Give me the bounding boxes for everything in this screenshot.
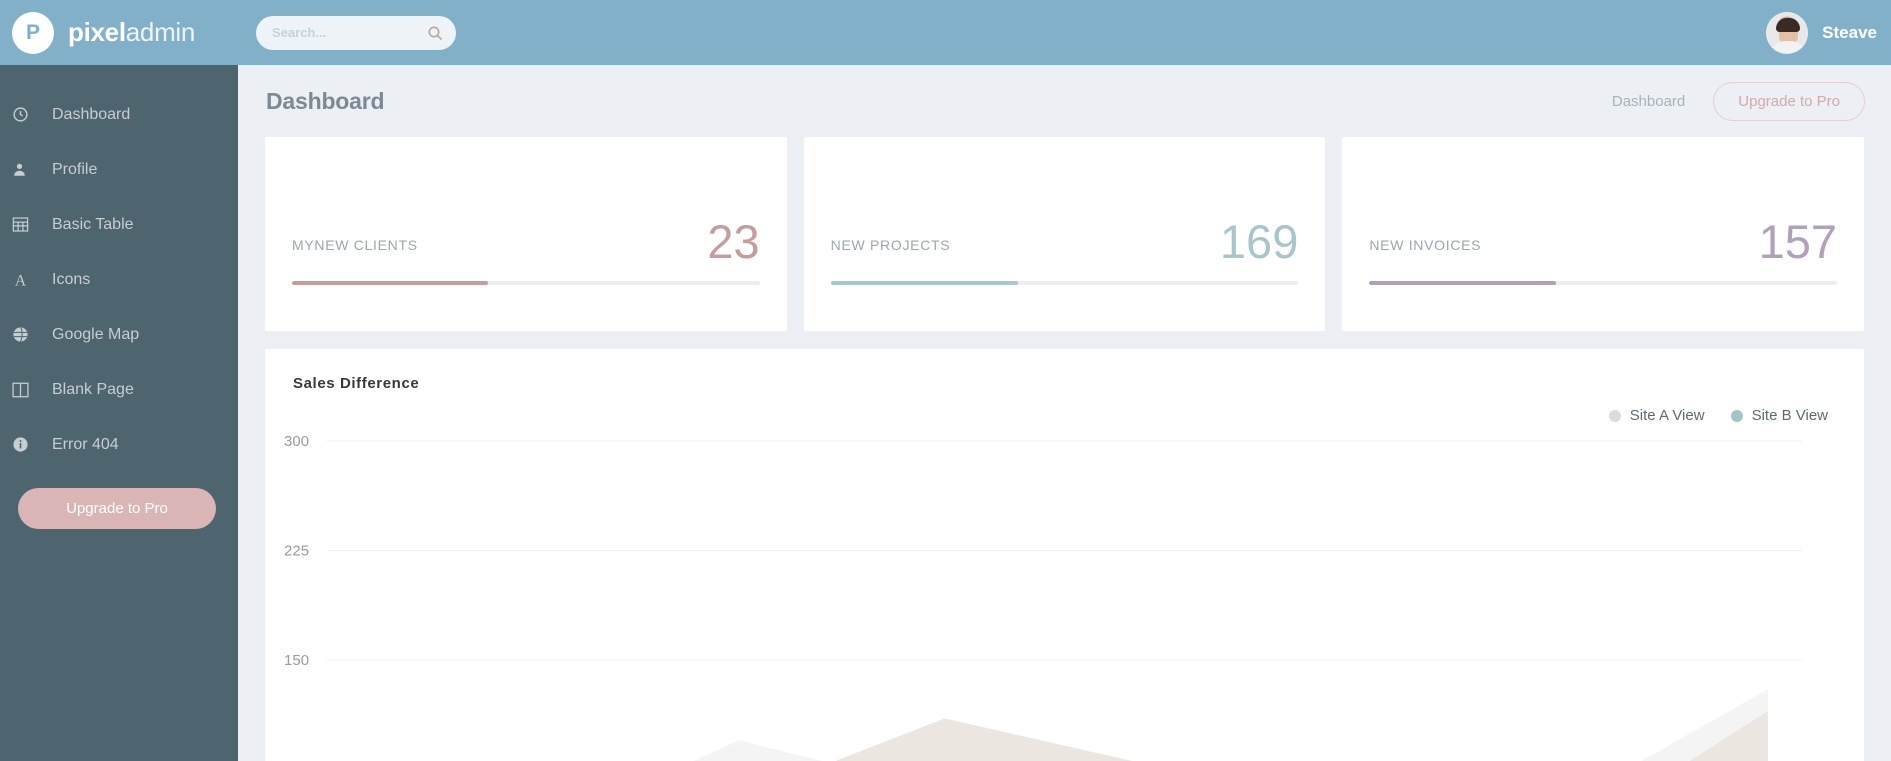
y-axis-tick-label: 150 xyxy=(284,652,309,669)
sidebar-item-blank-page[interactable]: Blank Page xyxy=(0,362,238,417)
sidebar-item-label: Google Map xyxy=(52,325,140,343)
sidebar-item-label: Icons xyxy=(52,270,91,288)
stat-card-top: New Projects 169 xyxy=(831,218,1299,265)
stat-value: 169 xyxy=(1219,215,1299,268)
sidebar-item-label: Profile xyxy=(52,160,98,178)
avatar-hair xyxy=(1776,17,1801,32)
sidebar-item-google-map[interactable]: Google Map xyxy=(0,307,238,362)
stat-card-top: MyNew Clients 23 xyxy=(292,218,760,265)
stat-value: 23 xyxy=(707,215,760,268)
user-icon xyxy=(12,159,38,181)
stat-progress-fill xyxy=(830,281,1018,285)
sidebar-item-error-404[interactable]: Error 404 xyxy=(0,417,238,472)
stat-progress-track xyxy=(292,281,760,285)
sidebar: P pixeladmin Dashboard Profile Basic Tab… xyxy=(0,0,238,761)
brand-badge-icon: P xyxy=(12,11,54,54)
sidebar-upgrade-button[interactable]: Upgrade to Pro xyxy=(18,488,216,529)
sidebar-item-basic-table[interactable]: Basic Table xyxy=(0,197,238,252)
clock-icon xyxy=(12,104,38,126)
page-header-actions: Dashboard Upgrade to Pro xyxy=(1612,81,1865,121)
legend-item-site-a[interactable]: Site A View xyxy=(1608,407,1705,424)
stat-progress-track xyxy=(1369,281,1838,285)
stat-progress-fill xyxy=(292,281,489,285)
columns-icon xyxy=(12,379,38,401)
search-box[interactable] xyxy=(256,15,456,50)
user-name: Steave xyxy=(1822,22,1877,42)
search-icon[interactable] xyxy=(427,25,443,41)
stat-progress-fill xyxy=(1369,281,1557,285)
upgrade-to-pro-button[interactable]: Upgrade to Pro xyxy=(1713,81,1865,121)
legend-label: Site B View xyxy=(1751,407,1828,424)
chart-plot-area: 75150225300 xyxy=(265,435,1864,761)
stat-cards-row: MyNew Clients 23 New Projects 169 Ne xyxy=(238,137,1891,331)
stat-label: MyNew Clients xyxy=(292,237,418,253)
legend-dot xyxy=(1730,409,1743,422)
brand-name: pixeladmin xyxy=(68,17,195,48)
chart-legend: Site A View Site B View xyxy=(1608,407,1828,424)
sidebar-item-label: Error 404 xyxy=(52,435,119,453)
info-icon xyxy=(12,434,38,456)
stat-progress-track xyxy=(830,281,1299,285)
sidebar-upgrade-wrap: Upgrade to Pro xyxy=(0,472,238,529)
y-axis-tick-label: 225 xyxy=(284,543,309,560)
avatar xyxy=(1766,11,1809,54)
stat-card-new-projects: New Projects 169 xyxy=(803,137,1326,331)
stat-value: 157 xyxy=(1758,215,1838,268)
area-series-2 xyxy=(835,711,1768,761)
legend-item-site-b[interactable]: Site B View xyxy=(1730,407,1828,424)
sales-difference-panel: Sales Difference Site A View Site B View… xyxy=(265,349,1864,761)
stat-label: New Invoices xyxy=(1369,237,1482,253)
sidebar-item-label: Basic Table xyxy=(52,215,134,233)
legend-label: Site A View xyxy=(1629,407,1705,424)
brand-logo[interactable]: P pixeladmin xyxy=(0,0,238,65)
sidebar-nav: Dashboard Profile Basic Table A Icons Go… xyxy=(0,65,238,472)
dashboard-page: P pixeladmin Dashboard Profile Basic Tab… xyxy=(0,0,1891,761)
sidebar-item-profile[interactable]: Profile xyxy=(0,142,238,197)
user-menu[interactable]: Steave xyxy=(1766,11,1891,54)
y-axis-tick-label: 300 xyxy=(284,435,309,450)
breadcrumb[interactable]: Dashboard xyxy=(1612,93,1685,110)
globe-icon xyxy=(12,324,38,346)
top-bar: Steave xyxy=(238,0,1891,65)
table-icon xyxy=(12,214,38,236)
legend-dot xyxy=(1608,409,1621,422)
sidebar-item-label: Dashboard xyxy=(52,105,131,123)
stat-card-new-clients: MyNew Clients 23 xyxy=(265,137,787,331)
letter-a-icon: A xyxy=(12,269,38,291)
page-title: Dashboard xyxy=(266,87,385,114)
chart-title: Sales Difference xyxy=(293,375,420,392)
stat-card-top: New Invoices 157 xyxy=(1369,218,1837,265)
svg-text:A: A xyxy=(15,272,27,288)
area-chart: 75150225300 xyxy=(284,435,1802,761)
sidebar-item-label: Blank Page xyxy=(52,380,134,398)
sidebar-item-icons[interactable]: A Icons xyxy=(0,252,238,307)
stat-label: New Projects xyxy=(830,237,951,253)
search-input[interactable] xyxy=(256,15,456,50)
sidebar-item-dashboard[interactable]: Dashboard xyxy=(0,87,238,142)
brand-name-light: admin xyxy=(125,17,196,47)
stat-card-new-invoices: New Invoices 157 xyxy=(1342,137,1865,331)
avatar-body xyxy=(1771,40,1806,53)
main-content: Dashboard Dashboard Upgrade to Pro MyNew… xyxy=(238,65,1891,761)
brand-name-bold: pixel xyxy=(68,17,126,47)
page-header: Dashboard Dashboard Upgrade to Pro xyxy=(238,65,1891,137)
